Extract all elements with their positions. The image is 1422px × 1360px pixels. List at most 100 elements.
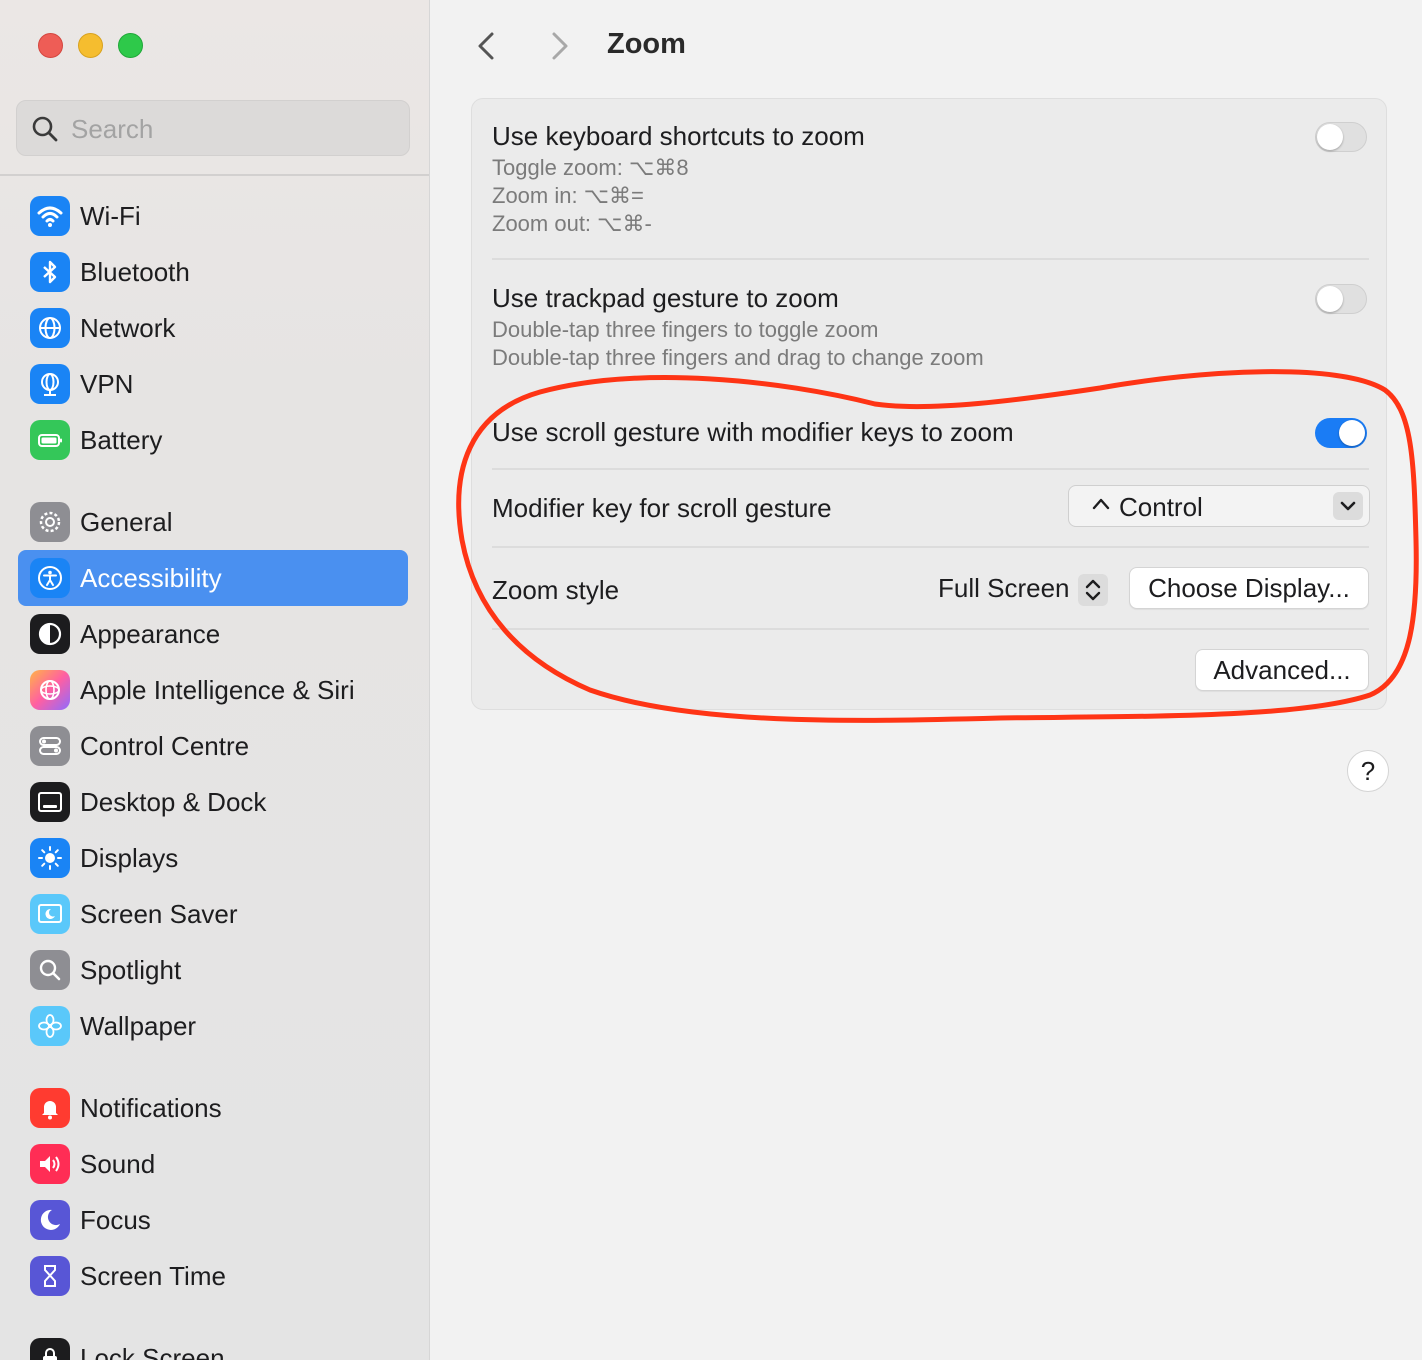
back-arrow-icon[interactable] — [469, 28, 505, 64]
modifier-key-title: Modifier key for scroll gesture — [492, 493, 832, 523]
sidebar-item-sound[interactable]: Sound — [18, 1136, 408, 1192]
toggle-knob — [1339, 420, 1365, 446]
search-placeholder: Search — [71, 114, 154, 144]
keyboard-shortcuts-toggle[interactable] — [1315, 122, 1367, 152]
sidebar-item-wifi[interactable]: Wi-Fi — [18, 188, 408, 244]
wifi-icon — [30, 196, 70, 236]
search-icon — [32, 116, 58, 142]
sidebar-item-displays[interactable]: Displays — [18, 830, 408, 886]
toggle-knob — [1317, 124, 1343, 150]
sidebar-item-control-centre[interactable]: Control Centre — [18, 718, 408, 774]
sidebar-item-screen-saver[interactable]: Screen Saver — [18, 886, 408, 942]
bluetooth-icon — [30, 252, 70, 292]
sidebar-item-label: Displays — [80, 843, 179, 873]
vpn-globe-icon — [30, 364, 70, 404]
keyboard-shortcuts-title: Use keyboard shortcuts to zoom — [492, 121, 865, 151]
screen-saver-icon — [30, 894, 70, 934]
lock-icon — [30, 1338, 70, 1360]
hourglass-icon — [30, 1256, 70, 1296]
sidebar-item-label: Spotlight — [80, 955, 182, 985]
sidebar-item-label: Battery — [80, 425, 163, 455]
forward-arrow-icon[interactable] — [541, 28, 577, 64]
divider — [492, 628, 1369, 630]
trackpad-gesture-line: Double-tap three fingers to toggle zoom — [492, 317, 879, 342]
sidebar-item-apple-intelligence-siri[interactable]: Apple Intelligence & Siri — [18, 662, 408, 718]
sidebar-item-label: Focus — [80, 1205, 151, 1235]
help-button[interactable]: ? — [1347, 750, 1389, 792]
sidebar-item-label: Screen Saver — [80, 899, 238, 929]
battery-icon — [30, 420, 70, 460]
sidebar-item-label: Appearance — [80, 619, 221, 649]
keyboard-shortcut-line: Zoom out: ⌥⌘- — [492, 211, 652, 236]
sidebar-item-accessibility[interactable]: Accessibility — [18, 550, 408, 606]
trackpad-gesture-toggle[interactable] — [1315, 284, 1367, 314]
divider — [492, 258, 1369, 260]
close-window-button[interactable] — [38, 33, 63, 58]
control-centre-icon — [30, 726, 70, 766]
gear-icon — [30, 502, 70, 542]
keyboard-shortcut-line: Toggle zoom: ⌥⌘8 — [492, 155, 689, 180]
page-title: Zoom — [607, 28, 686, 60]
magnifier-icon — [30, 950, 70, 990]
sidebar-item-spotlight[interactable]: Spotlight — [18, 942, 408, 998]
siri-icon — [30, 670, 70, 710]
choose-display-button[interactable]: Choose Display... — [1129, 567, 1369, 609]
globe-icon — [30, 308, 70, 348]
sidebar-item-label: Control Centre — [80, 731, 250, 761]
divider — [492, 546, 1369, 548]
search-input[interactable]: Search — [16, 100, 410, 156]
minimize-window-button[interactable] — [78, 33, 103, 58]
sidebar-item-lock-screen[interactable]: Lock Screen — [18, 1330, 408, 1360]
zoom-style-value[interactable]: Full Screen — [938, 573, 1070, 604]
sidebar-item-network[interactable]: Network — [18, 300, 408, 356]
sidebar-item-label: Lock Screen — [80, 1343, 225, 1360]
chevron-down-icon — [1333, 492, 1363, 520]
bell-icon — [30, 1088, 70, 1128]
sidebar-item-label: Bluetooth — [80, 257, 190, 287]
flower-icon — [30, 1006, 70, 1046]
sidebar-item-label: Wi-Fi — [80, 201, 141, 231]
sidebar-item-label: Network — [80, 313, 176, 343]
sidebar-item-screen-time[interactable]: Screen Time — [18, 1248, 408, 1304]
sidebar-item-focus[interactable]: Focus — [18, 1192, 408, 1248]
divider — [492, 468, 1369, 470]
sidebar-item-label: Wallpaper — [80, 1011, 197, 1041]
main-content: Zoom Use keyboard shortcuts to zoom Togg… — [431, 0, 1422, 1360]
sidebar-item-label: Screen Time — [80, 1261, 226, 1291]
zoom-settings-panel: Use keyboard shortcuts to zoom Toggle zo… — [471, 98, 1387, 710]
sidebar-item-general[interactable]: General — [18, 494, 408, 550]
moon-icon — [30, 1200, 70, 1240]
sidebar-item-label: Desktop & Dock — [80, 787, 267, 817]
sidebar-item-label: Sound — [80, 1149, 156, 1179]
divider — [0, 174, 429, 176]
modifier-key-select[interactable]: Control — [1068, 485, 1370, 527]
sidebar-item-label: Accessibility — [80, 563, 222, 593]
zoom-window-button[interactable] — [118, 33, 143, 58]
sidebar-item-label: VPN — [80, 369, 134, 399]
sidebar-item-label: Apple Intelligence & Siri — [80, 675, 355, 705]
sidebar-item-label: General — [80, 507, 173, 537]
sidebar-item-appearance[interactable]: Appearance — [18, 606, 408, 662]
sidebar-item-notifications[interactable]: Notifications — [18, 1080, 408, 1136]
sidebar: Search Wi-Fi Bluetooth Network VPN Batte… — [0, 0, 430, 1360]
keyboard-shortcut-line: Zoom in: ⌥⌘= — [492, 183, 644, 208]
advanced-button[interactable]: Advanced... — [1195, 649, 1369, 691]
desktop-dock-icon — [30, 782, 70, 822]
sidebar-item-vpn[interactable]: VPN — [18, 356, 408, 412]
sun-icon — [30, 838, 70, 878]
scroll-gesture-title: Use scroll gesture with modifier keys to… — [492, 417, 1014, 447]
sidebar-item-desktop-dock[interactable]: Desktop & Dock — [18, 774, 408, 830]
trackpad-gesture-line: Double-tap three fingers and drag to cha… — [492, 345, 984, 370]
speaker-icon — [30, 1144, 70, 1184]
sidebar-item-wallpaper[interactable]: Wallpaper — [18, 998, 408, 1054]
sidebar-item-battery[interactable]: Battery — [18, 412, 408, 468]
toggle-knob — [1317, 286, 1343, 312]
scroll-gesture-toggle[interactable] — [1315, 418, 1367, 448]
zoom-style-title: Zoom style — [492, 575, 620, 605]
modifier-key-value: Control — [1119, 492, 1203, 522]
sidebar-item-label: Notifications — [80, 1093, 222, 1123]
control-key-icon — [1092, 498, 1110, 510]
appearance-icon — [30, 614, 70, 654]
up-down-chevron-icon[interactable] — [1078, 574, 1108, 606]
sidebar-item-bluetooth[interactable]: Bluetooth — [18, 244, 408, 300]
